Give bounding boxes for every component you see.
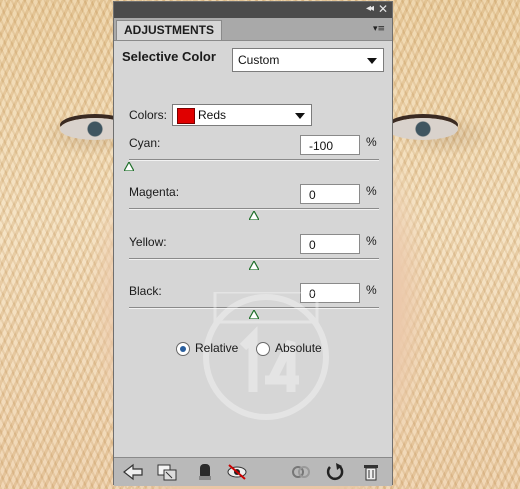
preset-value: Custom [238, 53, 280, 67]
relative-radio[interactable] [176, 342, 190, 356]
close-icon[interactable]: ✕ [378, 2, 388, 16]
colors-value: Reds [198, 108, 227, 122]
adjustments-panel: ◂◂ ✕ ADJUSTMENTS ▾≡ Selective Color Cust… [113, 1, 393, 486]
panel-menu-icon[interactable]: ▾≡ [371, 23, 387, 35]
black-label: Black: [129, 284, 162, 298]
chevron-down-icon [367, 58, 377, 64]
cyan-slider-thumb[interactable] [124, 162, 134, 171]
black-percent: % [366, 283, 377, 297]
magenta-slider-track[interactable] [129, 208, 379, 210]
black-input[interactable]: 0 [300, 283, 360, 303]
collapse-icon[interactable]: ◂◂ [366, 3, 374, 14]
magenta-slider-thumb[interactable] [249, 211, 259, 220]
colors-label: Colors: [129, 108, 168, 122]
absolute-radio[interactable] [256, 342, 270, 356]
tab-adjustments[interactable]: ADJUSTMENTS [116, 20, 222, 40]
chevron-down-icon [295, 113, 305, 119]
yellow-label: Yellow: [129, 235, 167, 249]
black-slider-track[interactable] [129, 307, 379, 309]
magenta-input[interactable]: 0 [300, 184, 360, 204]
preset-dropdown[interactable]: Custom [232, 48, 384, 72]
expanded-view-icon[interactable] [156, 462, 178, 482]
back-arrow-icon[interactable] [122, 462, 144, 482]
black-slider-thumb[interactable] [249, 310, 259, 319]
relative-label: Relative [195, 341, 239, 355]
red-swatch-icon [177, 108, 195, 124]
cyan-label: Cyan: [129, 136, 161, 150]
watermark-logo [201, 290, 331, 422]
cyan-percent: % [366, 135, 377, 149]
visibility-eye-icon[interactable] [226, 462, 248, 482]
cyan-input[interactable]: -100 [300, 135, 360, 155]
yellow-slider-thumb[interactable] [249, 261, 259, 270]
right-eye [388, 118, 458, 140]
adjustment-title: Selective Color [122, 49, 216, 64]
cyan-slider-track[interactable] [129, 159, 379, 161]
yellow-percent: % [366, 234, 377, 248]
magenta-label: Magenta: [129, 185, 180, 199]
reset-icon[interactable] [324, 462, 346, 482]
colors-dropdown[interactable]: Reds [172, 104, 312, 126]
bottom-toolbar [114, 457, 392, 486]
yellow-input[interactable]: 0 [300, 234, 360, 254]
absolute-label: Absolute [275, 341, 322, 355]
trash-icon[interactable] [360, 462, 382, 482]
tab-row: ADJUSTMENTS ▾≡ [114, 18, 392, 41]
clip-to-layer-icon[interactable] [194, 462, 216, 482]
magenta-percent: % [366, 184, 377, 198]
previous-state-icon[interactable] [290, 462, 312, 482]
panel-title-bar: ◂◂ ✕ [114, 2, 392, 18]
yellow-slider-track[interactable] [129, 258, 379, 260]
